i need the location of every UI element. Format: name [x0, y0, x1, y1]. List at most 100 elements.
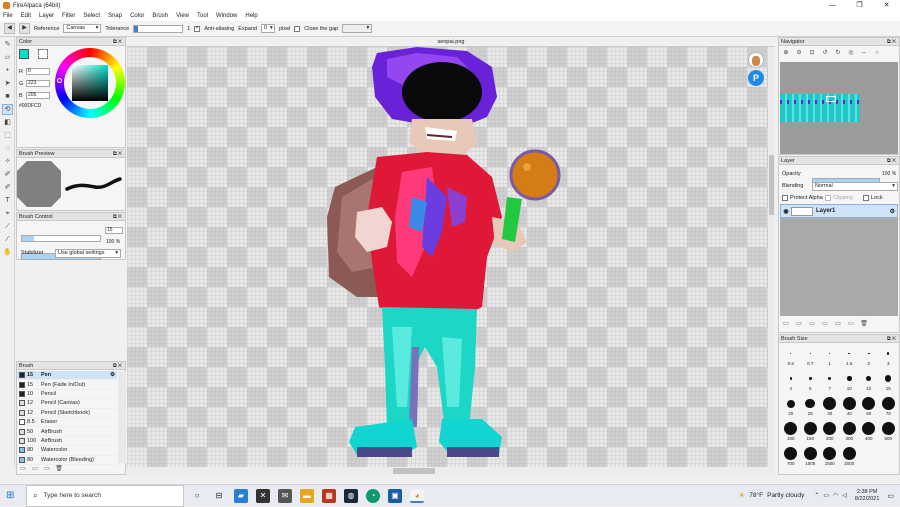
clipping-checkbox[interactable] — [825, 195, 831, 201]
r-input[interactable]: 0 — [26, 68, 50, 75]
brush-item-airbrush-50[interactable]: 50 AirBrush — [17, 427, 117, 437]
brush-size-option[interactable]: 150 — [801, 420, 821, 445]
canvas-area[interactable]: P — [127, 47, 775, 467]
new-8bit-layer-icon[interactable]: ▭ — [795, 320, 803, 328]
duplicate-brush-icon[interactable]: ▭ — [43, 465, 51, 473]
zoom-in-icon[interactable]: ⊕ — [782, 49, 790, 57]
eyedropper-tool-icon[interactable]: ⁄ — [2, 234, 13, 245]
menu-brush[interactable]: Brush — [152, 13, 168, 19]
hue-wheel[interactable] — [55, 48, 125, 118]
brush-list-scrollbar[interactable] — [118, 371, 126, 463]
network-icon[interactable]: ▭ — [823, 492, 829, 499]
g-input[interactable]: 223 — [26, 80, 50, 87]
canvas-vertical-scrollbar[interactable] — [768, 47, 775, 467]
eye-icon[interactable]: ◉ — [781, 208, 791, 215]
brush-size-option[interactable]: 0.5 — [781, 345, 801, 370]
close-button[interactable]: ✕ — [873, 0, 900, 11]
brush-size-option[interactable]: 25 — [801, 395, 821, 420]
menu-help[interactable]: Help — [245, 13, 257, 19]
new-1bit-layer-icon[interactable]: ▭ — [808, 320, 816, 328]
select-pen-tool-icon[interactable]: ✐ — [2, 169, 13, 180]
protect-alpha-checkbox[interactable] — [782, 195, 788, 201]
firealpaca-taskbar-icon[interactable]: ◕ — [410, 488, 424, 503]
divide-tool-icon[interactable]: ⟋ — [2, 221, 13, 232]
brush-folder-icon[interactable]: ▭ — [31, 465, 39, 473]
operation-tool-icon[interactable]: ⌖ — [2, 208, 13, 219]
move-tool-icon[interactable]: ➤ — [2, 78, 13, 89]
task-view-icon[interactable]: ○ — [190, 489, 204, 503]
panel-controls-icon[interactable]: ⧉✕ — [113, 150, 125, 157]
menu-color[interactable]: Color — [130, 13, 144, 19]
navigator-preview[interactable] — [780, 62, 898, 154]
add-brush-icon[interactable]: ▭ — [19, 465, 27, 473]
tolerance-slider[interactable] — [133, 24, 184, 33]
brush-size-option[interactable]: 10 — [840, 370, 860, 395]
brush-size-option[interactable]: 1000 — [801, 445, 821, 470]
brush-size-option[interactable]: 100 — [781, 420, 801, 445]
brush-size-option[interactable]: 0.7 — [801, 345, 821, 370]
hand-tool-icon[interactable]: ✋ — [2, 247, 13, 258]
blending-select[interactable]: Normal ▾ — [812, 182, 898, 191]
close-gap-checkbox[interactable] — [294, 25, 301, 32]
rotate-left-icon[interactable]: ↺ — [821, 49, 829, 57]
windows-start-icon[interactable]: ⊞ — [6, 490, 14, 501]
brush-size-option[interactable]: 2000 — [840, 445, 860, 470]
anti-aliasing-checkbox[interactable]: ✓ — [194, 25, 201, 32]
file-explorer-icon[interactable]: ▬ — [300, 488, 314, 503]
brush-size-option[interactable]: 1500 — [820, 445, 840, 470]
brush-size-option[interactable]: 70 — [879, 395, 899, 420]
store-icon[interactable]: ▦ — [322, 488, 336, 503]
bucket-tool-icon[interactable]: ⟲ — [2, 104, 13, 115]
menu-layer[interactable]: Layer — [39, 13, 54, 19]
dot-tool-icon[interactable]: • — [2, 65, 13, 76]
brush-item-eraser[interactable]: 8.5 Eraser — [17, 418, 117, 428]
brush-item-pen-fade[interactable]: 15 Pen (Fade In/Out) — [17, 380, 117, 390]
brush-size-option[interactable]: 200 — [820, 420, 840, 445]
merge-layer-icon[interactable]: ▭ — [847, 320, 855, 328]
panel-controls-icon[interactable]: ⧉✕ — [113, 213, 125, 220]
menu-edit[interactable]: Edit — [21, 13, 31, 19]
close-gap-select[interactable]: ▾ — [342, 24, 373, 33]
brush-size-option[interactable]: 12 — [859, 370, 879, 395]
brush-size-option[interactable]: 5 — [801, 370, 821, 395]
hue-marker[interactable] — [57, 78, 62, 83]
alpaca-icon[interactable] — [748, 52, 764, 68]
pen-tool-icon[interactable]: ✎ — [2, 39, 13, 50]
rotate-right-icon[interactable]: ↻ — [834, 49, 842, 57]
edge-icon[interactable]: ◔ — [366, 488, 380, 503]
brush-size-option[interactable]: 300 — [840, 420, 860, 445]
menu-snap[interactable]: Snap — [108, 13, 122, 19]
brush-item-pencil-canvas[interactable]: 12 Pencil (Canvas) — [17, 399, 117, 409]
gradient-tool-icon[interactable]: ◧ — [2, 117, 13, 128]
panel-controls-icon[interactable]: ⧉✕ — [113, 38, 125, 45]
minimize-button[interactable]: — — [819, 0, 846, 11]
brush-size-option[interactable]: 20 — [781, 395, 801, 420]
eraser-tool-icon[interactable]: ▱ — [2, 52, 13, 63]
mail-icon[interactable]: ✉ — [278, 488, 292, 503]
transparent-color-swatch[interactable] — [38, 49, 48, 59]
brush-size-option[interactable]: 7 — [820, 370, 840, 395]
widgets-icon[interactable]: ⊟ — [212, 489, 226, 503]
delete-brush-icon[interactable]: 🗑 — [55, 465, 63, 473]
share-icon[interactable]: P — [748, 70, 764, 86]
lock-checkbox[interactable] — [863, 195, 869, 201]
saturation-value-square[interactable] — [72, 65, 108, 101]
select-eraser-tool-icon[interactable]: ✐ — [2, 182, 13, 193]
clock[interactable]: 2:38 PM 8/22/2021 — [855, 489, 879, 503]
menu-filter[interactable]: Filter — [62, 13, 75, 19]
brush-size-option[interactable]: 2 — [859, 345, 879, 370]
brush-size-option[interactable]: 40 — [840, 395, 860, 420]
menu-tool[interactable]: Tool — [197, 13, 208, 19]
select-tool-icon[interactable]: ⬚ — [2, 130, 13, 141]
steam-icon[interactable]: ◍ — [344, 488, 358, 503]
brush-size-option[interactable]: 1 — [820, 345, 840, 370]
brush-size-option[interactable]: 500 — [879, 420, 899, 445]
layer-row[interactable]: ◉ Layer1 ⚙ — [780, 204, 898, 218]
reset-view-icon[interactable]: ○ — [873, 49, 881, 57]
document-tab[interactable]: senpai.png — [127, 37, 775, 47]
wifi-icon[interactable]: ◠ — [833, 492, 838, 499]
notifications-icon[interactable]: ▭ — [887, 492, 894, 500]
brush-size-option[interactable]: 1.5 — [840, 345, 860, 370]
navigator-viewport-marker[interactable] — [826, 96, 836, 102]
maximize-button[interactable]: ❐ — [846, 0, 873, 11]
